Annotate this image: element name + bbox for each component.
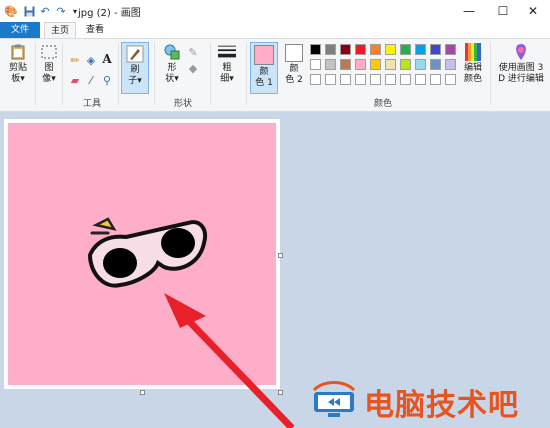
watermark: 电脑技术吧	[304, 378, 548, 423]
watermark-monitor-icon	[312, 381, 356, 417]
red-arrow-annotation	[164, 293, 295, 428]
watermark-text: 电脑技术吧	[364, 388, 519, 423]
